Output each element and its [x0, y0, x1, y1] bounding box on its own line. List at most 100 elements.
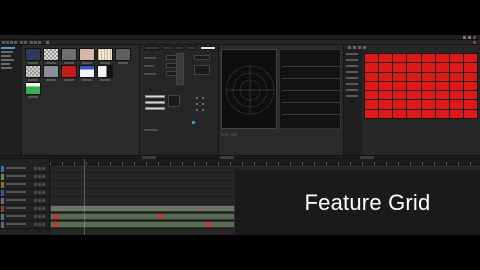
- grid-cell[interactable]: [449, 54, 463, 63]
- grid-cell[interactable]: [449, 109, 463, 118]
- folder-item[interactable]: [1, 54, 20, 57]
- param-field[interactable]: [194, 55, 210, 60]
- mute-icon[interactable]: [34, 167, 37, 170]
- grid-cell[interactable]: [463, 91, 477, 100]
- grid-tool-icon[interactable]: [362, 46, 366, 49]
- playhead[interactable]: [84, 159, 85, 235]
- open-icon[interactable]: [6, 41, 9, 44]
- param-knob[interactable]: [202, 109, 204, 111]
- grid-cell[interactable]: [379, 91, 393, 100]
- param-knob[interactable]: [196, 97, 198, 99]
- grid-cell[interactable]: [379, 54, 393, 63]
- effects-tab[interactable]: [186, 46, 196, 50]
- grid-cell[interactable]: [435, 91, 449, 100]
- grid-cell[interactable]: [449, 72, 463, 81]
- checker2-thumb[interactable]: [25, 65, 41, 78]
- paste-icon[interactable]: [38, 41, 41, 44]
- solo-icon[interactable]: [38, 191, 41, 194]
- track-header[interactable]: [0, 197, 50, 205]
- lock-icon[interactable]: [42, 223, 45, 226]
- save-icon[interactable]: [10, 41, 13, 44]
- grid-cell[interactable]: [379, 63, 393, 72]
- grid-cell[interactable]: [365, 72, 379, 81]
- clip-marker[interactable]: [54, 214, 59, 219]
- grid-cell[interactable]: [463, 109, 477, 118]
- grid-cell[interactable]: [393, 109, 407, 118]
- green-thumb[interactable]: [25, 82, 41, 95]
- grid-cell[interactable]: [463, 72, 477, 81]
- param-knob[interactable]: [196, 103, 198, 105]
- folder-item[interactable]: [1, 66, 20, 69]
- folder-item[interactable]: [1, 58, 20, 61]
- mute-icon[interactable]: [34, 191, 37, 194]
- grid-cell[interactable]: [379, 81, 393, 91]
- gray2-thumb[interactable]: [115, 48, 131, 61]
- grid-cell[interactable]: [421, 100, 435, 109]
- grid-cell[interactable]: [435, 54, 449, 63]
- solo-icon[interactable]: [38, 207, 41, 210]
- grid-cell[interactable]: [407, 54, 421, 63]
- grid-cell[interactable]: [421, 54, 435, 63]
- grid-cell[interactable]: [463, 63, 477, 72]
- grid-cell[interactable]: [365, 81, 379, 91]
- reset-button[interactable]: [145, 107, 165, 110]
- minimize-icon[interactable]: [463, 36, 466, 39]
- grid-cell[interactable]: [435, 81, 449, 91]
- grid-cell[interactable]: [449, 63, 463, 72]
- track-header[interactable]: [0, 173, 50, 181]
- grid-cell[interactable]: [463, 100, 477, 109]
- redo-icon[interactable]: [24, 41, 27, 44]
- grid-cell[interactable]: [407, 109, 421, 118]
- track-header[interactable]: [0, 205, 50, 213]
- param-field[interactable]: [194, 65, 210, 75]
- solo-icon[interactable]: [38, 223, 41, 226]
- param-knob[interactable]: [202, 97, 204, 99]
- mute-icon[interactable]: [34, 223, 37, 226]
- track-header[interactable]: [0, 181, 50, 189]
- mute-icon[interactable]: [34, 175, 37, 178]
- lock-icon[interactable]: [42, 167, 45, 170]
- stripes-thumb[interactable]: [97, 48, 113, 61]
- cut-icon[interactable]: [30, 41, 33, 44]
- param-knob[interactable]: [196, 109, 198, 111]
- solo-icon[interactable]: [38, 167, 41, 170]
- black-white-thumb[interactable]: [97, 65, 113, 78]
- maximize-icon[interactable]: [468, 36, 471, 39]
- clip-marker[interactable]: [206, 222, 211, 227]
- solo-icon[interactable]: [38, 183, 41, 186]
- clip-marker[interactable]: [54, 222, 59, 227]
- folder-item[interactable]: [1, 50, 20, 53]
- blue-white-thumb[interactable]: [79, 65, 95, 78]
- help-icon[interactable]: [473, 41, 476, 44]
- track-header[interactable]: [0, 213, 50, 221]
- checker-thumb[interactable]: [43, 48, 59, 61]
- grid-cell[interactable]: [379, 109, 393, 118]
- apply-button[interactable]: [145, 95, 165, 98]
- grid-cell[interactable]: [463, 81, 477, 91]
- grid-cell[interactable]: [421, 109, 435, 118]
- timeline-clip[interactable]: [50, 205, 235, 212]
- grid-cell[interactable]: [393, 54, 407, 63]
- folder-item[interactable]: [1, 46, 20, 49]
- track-header[interactable]: [0, 165, 50, 173]
- grid-cell[interactable]: [449, 81, 463, 91]
- dark-blue-thumb[interactable]: [25, 48, 41, 61]
- clip-marker[interactable]: [158, 214, 163, 219]
- slate-thumb[interactable]: [43, 65, 59, 78]
- grid-cell[interactable]: [435, 109, 449, 118]
- grid-cell[interactable]: [463, 54, 477, 63]
- solo-icon[interactable]: [38, 215, 41, 218]
- solo-icon[interactable]: [38, 199, 41, 202]
- grid-cell[interactable]: [393, 91, 407, 100]
- new-icon[interactable]: [2, 41, 5, 44]
- play-button[interactable]: [221, 133, 229, 136]
- grid-cell[interactable]: [365, 100, 379, 109]
- grid-cell[interactable]: [421, 81, 435, 91]
- effects-tab[interactable]: [144, 46, 160, 50]
- mute-icon[interactable]: [34, 183, 37, 186]
- timeline-clip[interactable]: [50, 213, 235, 220]
- grid-cell[interactable]: [449, 91, 463, 100]
- color-swatch[interactable]: [192, 121, 195, 124]
- grid-cell[interactable]: [365, 63, 379, 72]
- grid-cell[interactable]: [407, 72, 421, 81]
